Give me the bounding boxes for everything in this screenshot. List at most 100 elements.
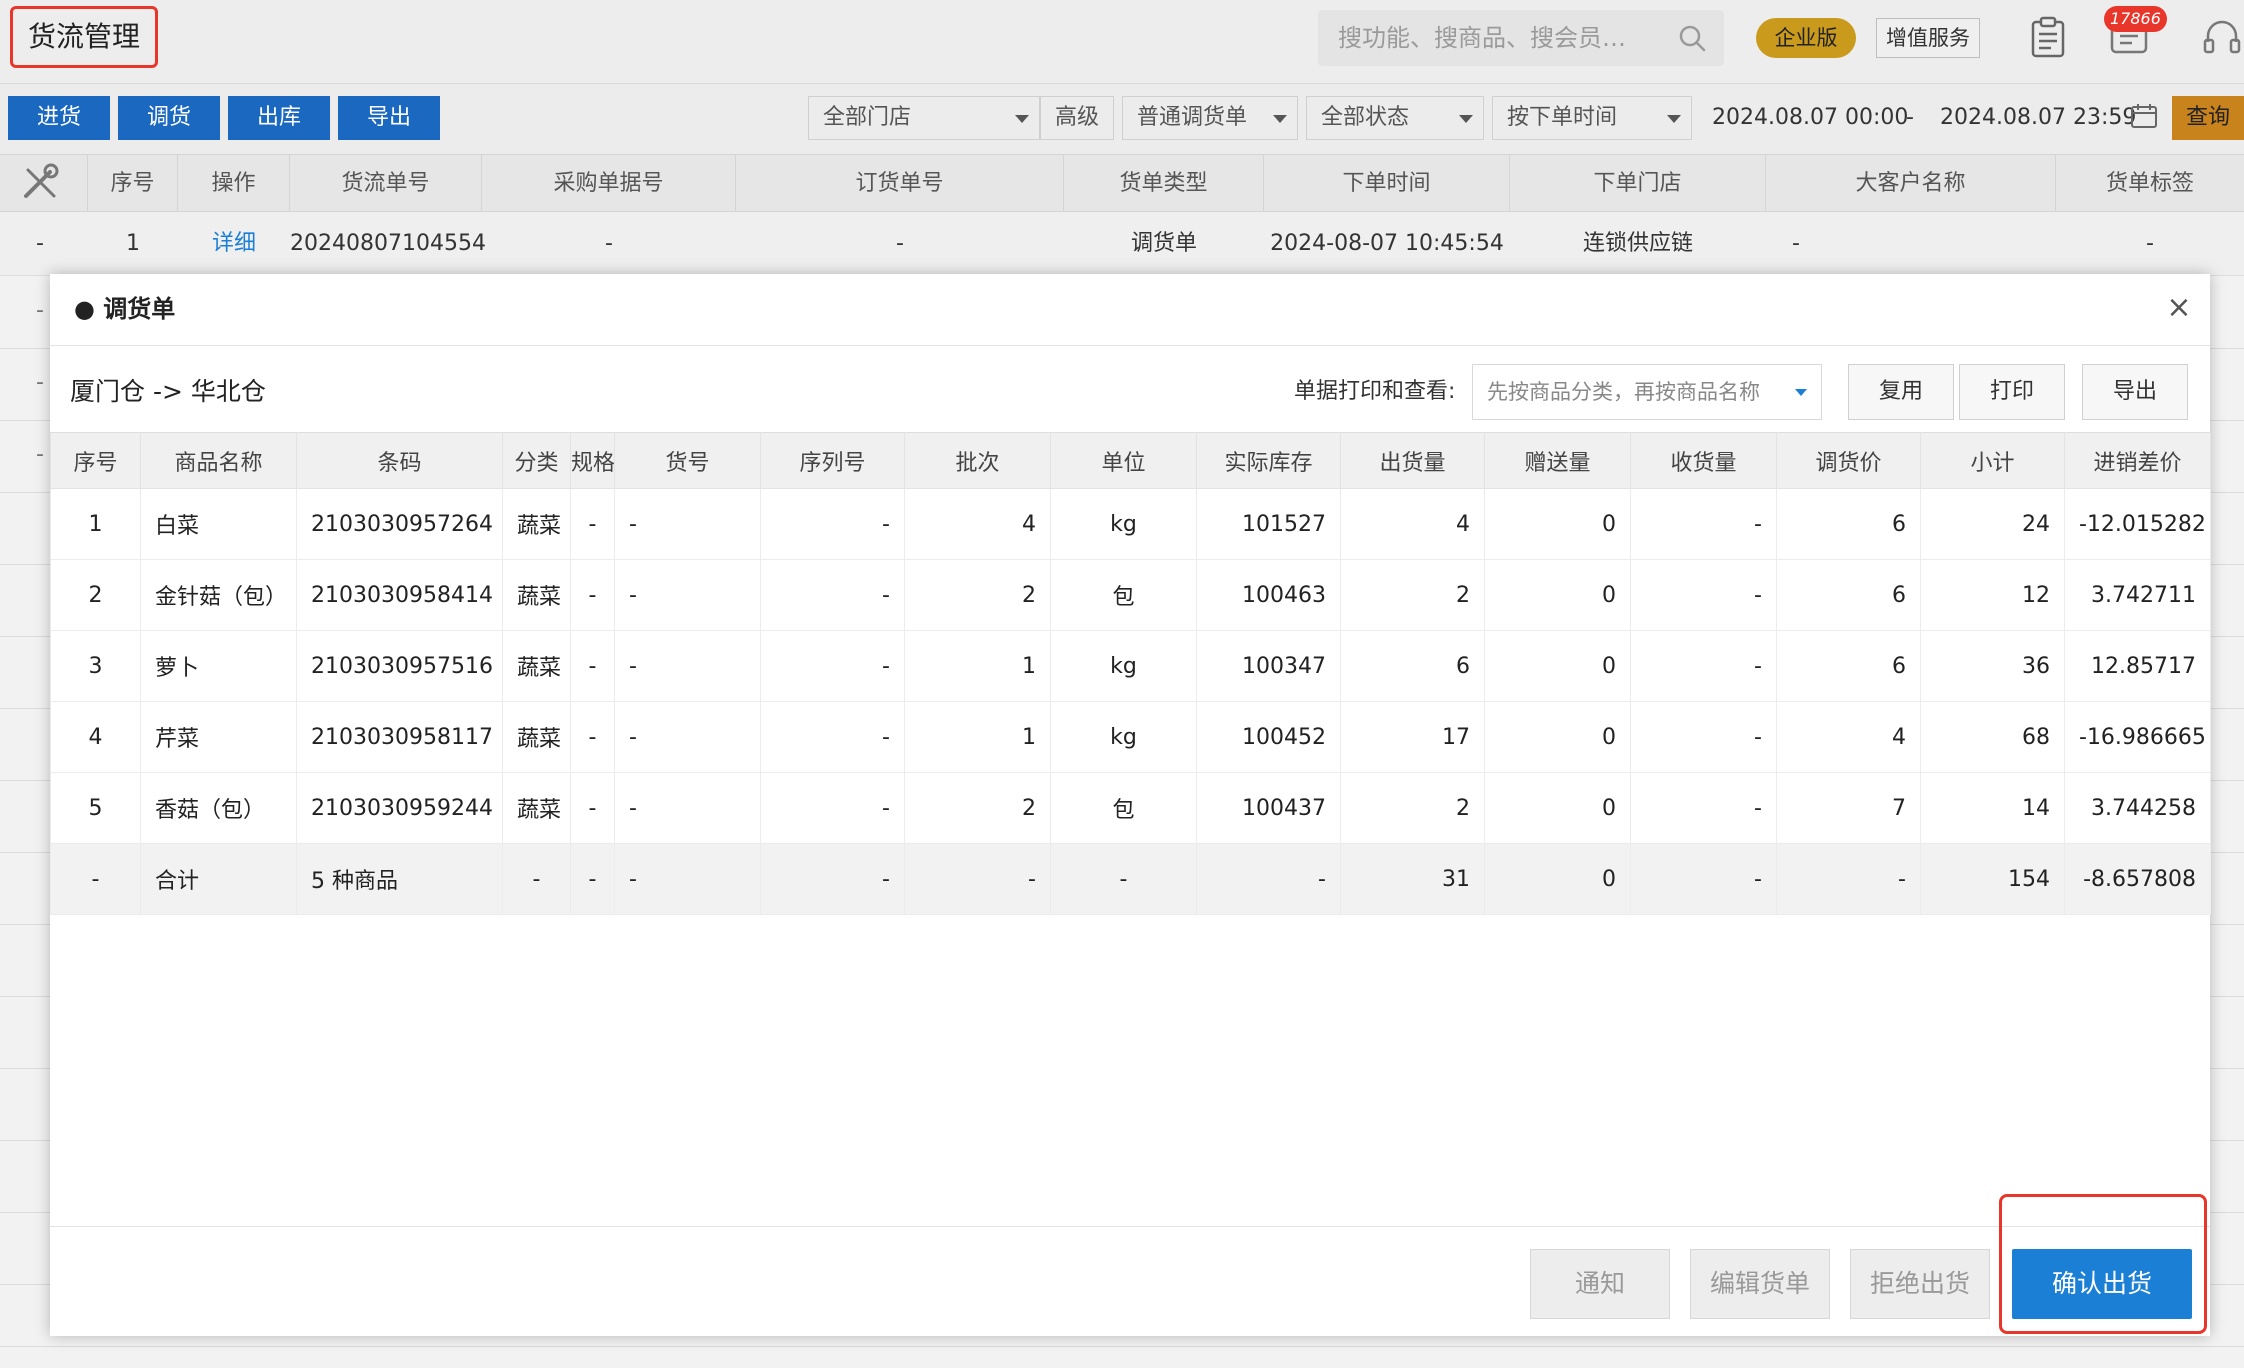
column-header[interactable]: 操作: [178, 155, 290, 213]
print-button[interactable]: 打印: [1959, 364, 2065, 420]
item-receive-qty: -: [1631, 844, 1777, 915]
column-header[interactable]: 下单时间: [1264, 155, 1510, 213]
status-filter[interactable]: 全部状态: [1306, 96, 1484, 140]
column-header: 收货量: [1631, 433, 1777, 489]
transfer-route: 厦门仓 -> 华北仓: [70, 372, 266, 412]
item-ship-qty: 4: [1341, 489, 1485, 560]
close-button[interactable]: ×: [2162, 292, 2196, 326]
table-row[interactable]: - 1 详细 20240807104554 - - 调货单 2024-08-07…: [0, 212, 2244, 276]
item-barcode: 2103030958414: [297, 560, 503, 631]
customer-name: -: [1766, 212, 1826, 276]
column-header[interactable]: 货单类型: [1064, 155, 1264, 213]
item-serial: -: [761, 773, 905, 844]
column-header[interactable]: 货单标签: [2056, 155, 2244, 213]
outbound-button[interactable]: 出库: [228, 96, 330, 140]
table-row: 3萝卜2103030957516蔬菜---1kg10034760-63612.8…: [51, 631, 2211, 702]
calendar-icon[interactable]: [2130, 103, 2158, 129]
row-cell: -: [0, 212, 80, 276]
column-header[interactable]: 下单门店: [1510, 155, 1766, 213]
item-gift-qty: 0: [1485, 702, 1631, 773]
item-sku: -: [615, 773, 761, 844]
column-header: 规格: [571, 433, 615, 489]
item-batch[interactable]: 1: [905, 702, 1051, 773]
item-transfer-price: 6: [1777, 631, 1921, 702]
flow-number: 20240807104554: [290, 212, 482, 276]
item-stock: 100452: [1197, 702, 1341, 773]
column-header: 进销差价: [2065, 433, 2211, 489]
item-unit: -: [1051, 844, 1197, 915]
search-box[interactable]: 搜功能、搜商品、搜会员…: [1318, 10, 1724, 66]
start-date-input[interactable]: 2024.08.07 00:00: [1712, 96, 1908, 140]
order-type: 调货单: [1064, 212, 1264, 276]
item-barcode: 2103030957516: [297, 631, 503, 702]
item-gift-qty: 0: [1485, 844, 1631, 915]
edit-order-button[interactable]: 编辑货单: [1690, 1249, 1830, 1319]
export-button[interactable]: 导出: [338, 96, 440, 140]
item-subtotal: 36: [1921, 631, 2065, 702]
item-sku: -: [615, 631, 761, 702]
end-date-input[interactable]: 2024.08.07 23:59: [1940, 96, 2136, 140]
clipboard-icon[interactable]: [2028, 16, 2068, 60]
item-batch[interactable]: 1: [905, 631, 1051, 702]
store-filter-value: 全部门店: [823, 105, 911, 130]
column-header: 分类: [503, 433, 571, 489]
column-header: 小计: [1921, 433, 2065, 489]
item-index: 5: [51, 773, 141, 844]
item-subtotal: 24: [1921, 489, 2065, 560]
inbound-button[interactable]: 进货: [8, 96, 110, 140]
edition-badge[interactable]: 企业版: [1756, 18, 1856, 58]
item-receive-qty: -: [1631, 773, 1777, 844]
wrench-icon[interactable]: [20, 162, 60, 202]
column-header: 商品名称: [141, 433, 297, 489]
item-batch[interactable]: 2: [905, 773, 1051, 844]
detail-link[interactable]: 详细: [178, 212, 290, 276]
order-type-filter[interactable]: 普通调货单: [1122, 96, 1298, 140]
column-header[interactable]: 序号: [88, 155, 178, 213]
order-store: 连锁供应链: [1510, 212, 1766, 276]
item-receive-qty: -: [1631, 631, 1777, 702]
item-name: 合计: [141, 844, 297, 915]
dialog-footer: 通知 编辑货单 拒绝出货 确认出货: [50, 1226, 2210, 1336]
item-unit: 包: [1051, 560, 1197, 631]
item-batch: -: [905, 844, 1051, 915]
value-added-services-button[interactable]: 增值服务: [1876, 18, 1980, 58]
item-batch[interactable]: 2: [905, 560, 1051, 631]
column-header: 实际库存: [1197, 433, 1341, 489]
table-row: 1白菜2103030957264蔬菜---4kg10152740-624-12.…: [51, 489, 2211, 560]
transfer-button[interactable]: 调货: [118, 96, 220, 140]
item-spec: -: [571, 844, 615, 915]
reject-shipment-button[interactable]: 拒绝出货: [1850, 1249, 1990, 1319]
column-header[interactable]: 货流单号: [290, 155, 482, 213]
search-input[interactable]: 搜功能、搜商品、搜会员…: [1338, 10, 1658, 66]
export-button[interactable]: 导出: [2082, 364, 2188, 420]
column-header[interactable]: 大客户名称: [1766, 155, 2056, 213]
dialog-header: ● 调货单 ×: [50, 274, 2210, 346]
item-sku: -: [615, 702, 761, 773]
order-tag: -: [2056, 212, 2244, 276]
item-index: 2: [51, 560, 141, 631]
column-header[interactable]: 采购单据号: [482, 155, 736, 213]
item-stock: 100347: [1197, 631, 1341, 702]
search-icon[interactable]: [1678, 24, 1706, 52]
item-serial: -: [761, 631, 905, 702]
query-button[interactable]: 查询: [2172, 96, 2244, 140]
item-batch[interactable]: 4: [905, 489, 1051, 560]
time-mode-filter[interactable]: 按下单时间: [1492, 96, 1692, 140]
print-sort-select[interactable]: 先按商品分类，再按商品名称: [1472, 364, 1822, 420]
table-row: 5香菇（包）2103030959244蔬菜---2包10043720-7143.…: [51, 773, 2211, 844]
order-time: 2024-08-07 10:45:54: [1264, 212, 1510, 276]
confirm-shipment-button[interactable]: 确认出货: [2012, 1249, 2192, 1319]
column-header: 批次: [905, 433, 1051, 489]
column-header[interactable]: 订货单号: [736, 155, 1064, 213]
item-ship-qty: 2: [1341, 560, 1485, 631]
item-transfer-price: 6: [1777, 560, 1921, 631]
notify-button[interactable]: 通知: [1530, 1249, 1670, 1319]
reuse-button[interactable]: 复用: [1848, 364, 1954, 420]
item-category: 蔬菜: [503, 773, 571, 844]
item-name: 金针菇（包）: [141, 560, 297, 631]
advanced-filter-button[interactable]: 高级: [1040, 96, 1114, 140]
headset-icon[interactable]: [2202, 16, 2242, 60]
order-type-filter-value: 普通调货单: [1137, 105, 1247, 130]
store-filter[interactable]: 全部门店: [808, 96, 1040, 140]
print-sort-value: 先按商品分类，再按商品名称: [1487, 380, 1760, 404]
